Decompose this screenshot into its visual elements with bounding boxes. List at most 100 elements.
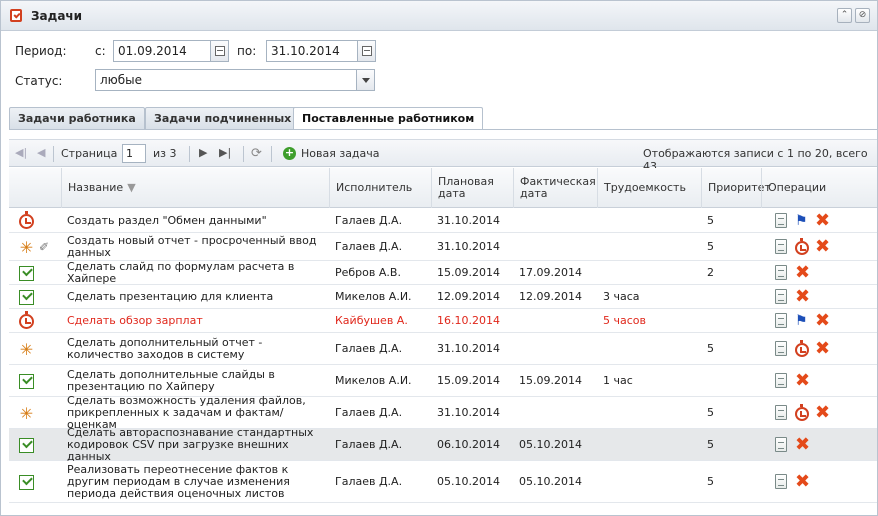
date-from-input[interactable]: 01.09.2014: [113, 40, 211, 62]
document-icon[interactable]: [775, 238, 787, 254]
delete-icon[interactable]: ✖: [795, 472, 811, 490]
tab-assigned-by-employee[interactable]: Поставленные работником: [293, 107, 484, 130]
page-number-input[interactable]: 1: [122, 144, 146, 163]
delete-icon[interactable]: ✖: [815, 237, 831, 255]
effort-cell: [603, 461, 701, 502]
actual-cell: [519, 309, 597, 332]
collapse-icon[interactable]: ⌃: [837, 8, 852, 23]
actual-cell: [519, 233, 597, 260]
period-label: Период:: [15, 44, 67, 58]
delete-icon[interactable]: ✖: [815, 403, 831, 421]
next-page-icon[interactable]: ▶: [199, 146, 207, 159]
document-icon[interactable]: [775, 212, 787, 228]
paging-toolbar: ◀​| ◀ Страница 1 из 3 ▶ ▶| ⟳ + Новая зад…: [9, 139, 877, 173]
executor-cell: Кайбушев А.: [335, 313, 408, 327]
tab-subordinate-tasks[interactable]: Задачи подчиненных: [145, 107, 301, 129]
executor-column-header[interactable]: Исполнитель: [329, 168, 431, 208]
to-label: по:: [237, 44, 257, 58]
date-to-input[interactable]: 31.10.2014: [266, 40, 358, 62]
executor-cell: Галаев Д.А.: [335, 341, 403, 355]
planned-cell: 31.10.2014: [437, 341, 500, 355]
flag-icon[interactable]: ⚑: [795, 213, 811, 229]
status-dropdown-trigger[interactable]: [357, 69, 375, 91]
tab-employee-tasks[interactable]: Задачи работника: [9, 107, 145, 129]
name-cell[interactable]: Создать новый отчет - просроченный ввод …: [67, 233, 329, 260]
document-icon[interactable]: [775, 473, 787, 489]
delete-icon[interactable]: ✖: [795, 371, 811, 389]
priority-column-header[interactable]: Приоритет: [701, 168, 771, 208]
calendar-icon: [362, 46, 372, 56]
table-row[interactable]: Сделать дополнительные слайды в презента…: [9, 365, 877, 397]
first-page-icon[interactable]: ◀​|: [15, 146, 27, 159]
new-task-button[interactable]: Новая задача: [301, 147, 380, 160]
refresh-icon[interactable]: ⟳: [251, 146, 262, 161]
table-row[interactable]: ✳ Сделать дополнительный отчет - количест…: [9, 333, 877, 365]
planned-cell: 06.10.2014: [437, 437, 500, 451]
effort-cell: [603, 261, 701, 284]
table-row[interactable]: Сделать обзор зарплат Кайбушев А. 16.10.20…: [9, 309, 877, 333]
calendar-icon: [215, 46, 225, 56]
document-icon[interactable]: [775, 436, 787, 452]
executor-cell: Галаев Д.А.: [335, 405, 403, 419]
table-row[interactable]: ✳ Сделать возможность удаления файлов, пр…: [9, 394, 877, 430]
table-row[interactable]: Реализовать переотнесение фактов к други…: [9, 461, 877, 503]
table-row[interactable]: Создать раздел "Обмен данными" Галаев Д.А…: [9, 209, 877, 233]
actual-cell: 05.10.2014: [519, 474, 582, 488]
priority-cell: 5: [707, 213, 714, 227]
timer-icon[interactable]: [795, 237, 809, 255]
planned-cell: 31.10.2014: [437, 213, 500, 227]
delete-icon[interactable]: ✖: [815, 311, 831, 329]
name-cell[interactable]: Сделать презентацию для клиента: [67, 285, 329, 308]
document-icon[interactable]: [775, 312, 787, 328]
priority-cell: 5: [707, 437, 714, 451]
table-row[interactable]: Сделать слайд по формулам расчета в Хайп…: [9, 260, 877, 285]
tasks-icon: [10, 9, 22, 22]
last-page-icon[interactable]: ▶|: [219, 146, 231, 159]
prev-page-icon[interactable]: ◀: [37, 146, 45, 159]
timer-icon[interactable]: [795, 339, 809, 357]
delete-icon[interactable]: ✖: [815, 211, 831, 229]
name-cell[interactable]: Сделать дополнительный отчет - количеств…: [67, 333, 329, 364]
priority-cell: 5: [707, 239, 714, 253]
table-row[interactable]: ✳ ✐ Создать новый отчет - просроченный вво…: [9, 233, 877, 261]
add-icon[interactable]: +: [283, 147, 296, 160]
delete-icon[interactable]: ✖: [815, 339, 831, 357]
effort-column-header[interactable]: Трудоемкость: [597, 168, 701, 208]
executor-cell: Микелов А.И.: [335, 289, 412, 303]
name-cell[interactable]: Сделать автораспознавание стандартных ко…: [67, 426, 329, 462]
table-row[interactable]: Сделать автораспознавание стандартных ко…: [9, 426, 877, 462]
name-cell[interactable]: Сделать слайд по формулам расчета в Хайп…: [67, 260, 329, 284]
document-icon[interactable]: [775, 264, 787, 280]
name-cell[interactable]: Сделать возможность удаления файлов, при…: [67, 394, 329, 430]
settings-icon[interactable]: ⊘: [855, 8, 870, 23]
check-icon: [19, 373, 34, 389]
status-select[interactable]: любые: [95, 69, 357, 91]
executor-cell: Галаев Д.А.: [335, 437, 403, 451]
operations-column-header: Операции: [761, 168, 877, 208]
effort-cell: [603, 209, 701, 232]
flag-icon[interactable]: ⚑: [795, 313, 811, 329]
name-column-label: Название: [68, 181, 124, 194]
name-cell[interactable]: Реализовать переотнесение фактов к други…: [67, 461, 329, 502]
date-to-picker[interactable]: [358, 40, 376, 62]
actual-date-column-header[interactable]: Фактическая дата: [513, 168, 597, 208]
name-cell[interactable]: Создать раздел "Обмен данными": [67, 209, 329, 232]
name-cell[interactable]: Сделать обзор зарплат: [67, 309, 329, 332]
actual-cell: [519, 333, 597, 364]
document-icon[interactable]: [775, 288, 787, 304]
table-row[interactable]: Сделать презентацию для клиента Микелов А…: [9, 285, 877, 309]
date-from-picker[interactable]: [211, 40, 229, 62]
document-icon[interactable]: [775, 340, 787, 356]
from-label: с:: [95, 44, 106, 58]
timer-icon[interactable]: [795, 403, 809, 421]
priority-cell: [707, 365, 761, 396]
document-icon[interactable]: [775, 372, 787, 388]
delete-icon[interactable]: ✖: [795, 287, 811, 305]
name-column-header[interactable]: Название ▼: [61, 168, 329, 208]
name-cell[interactable]: Сделать дополнительные слайды в презента…: [67, 365, 329, 396]
delete-icon[interactable]: ✖: [795, 435, 811, 453]
document-icon[interactable]: [775, 404, 787, 420]
attachment-icon[interactable]: ✐: [39, 240, 49, 254]
planned-date-column-header[interactable]: Плановая дата: [431, 168, 513, 208]
delete-icon[interactable]: ✖: [795, 263, 811, 281]
